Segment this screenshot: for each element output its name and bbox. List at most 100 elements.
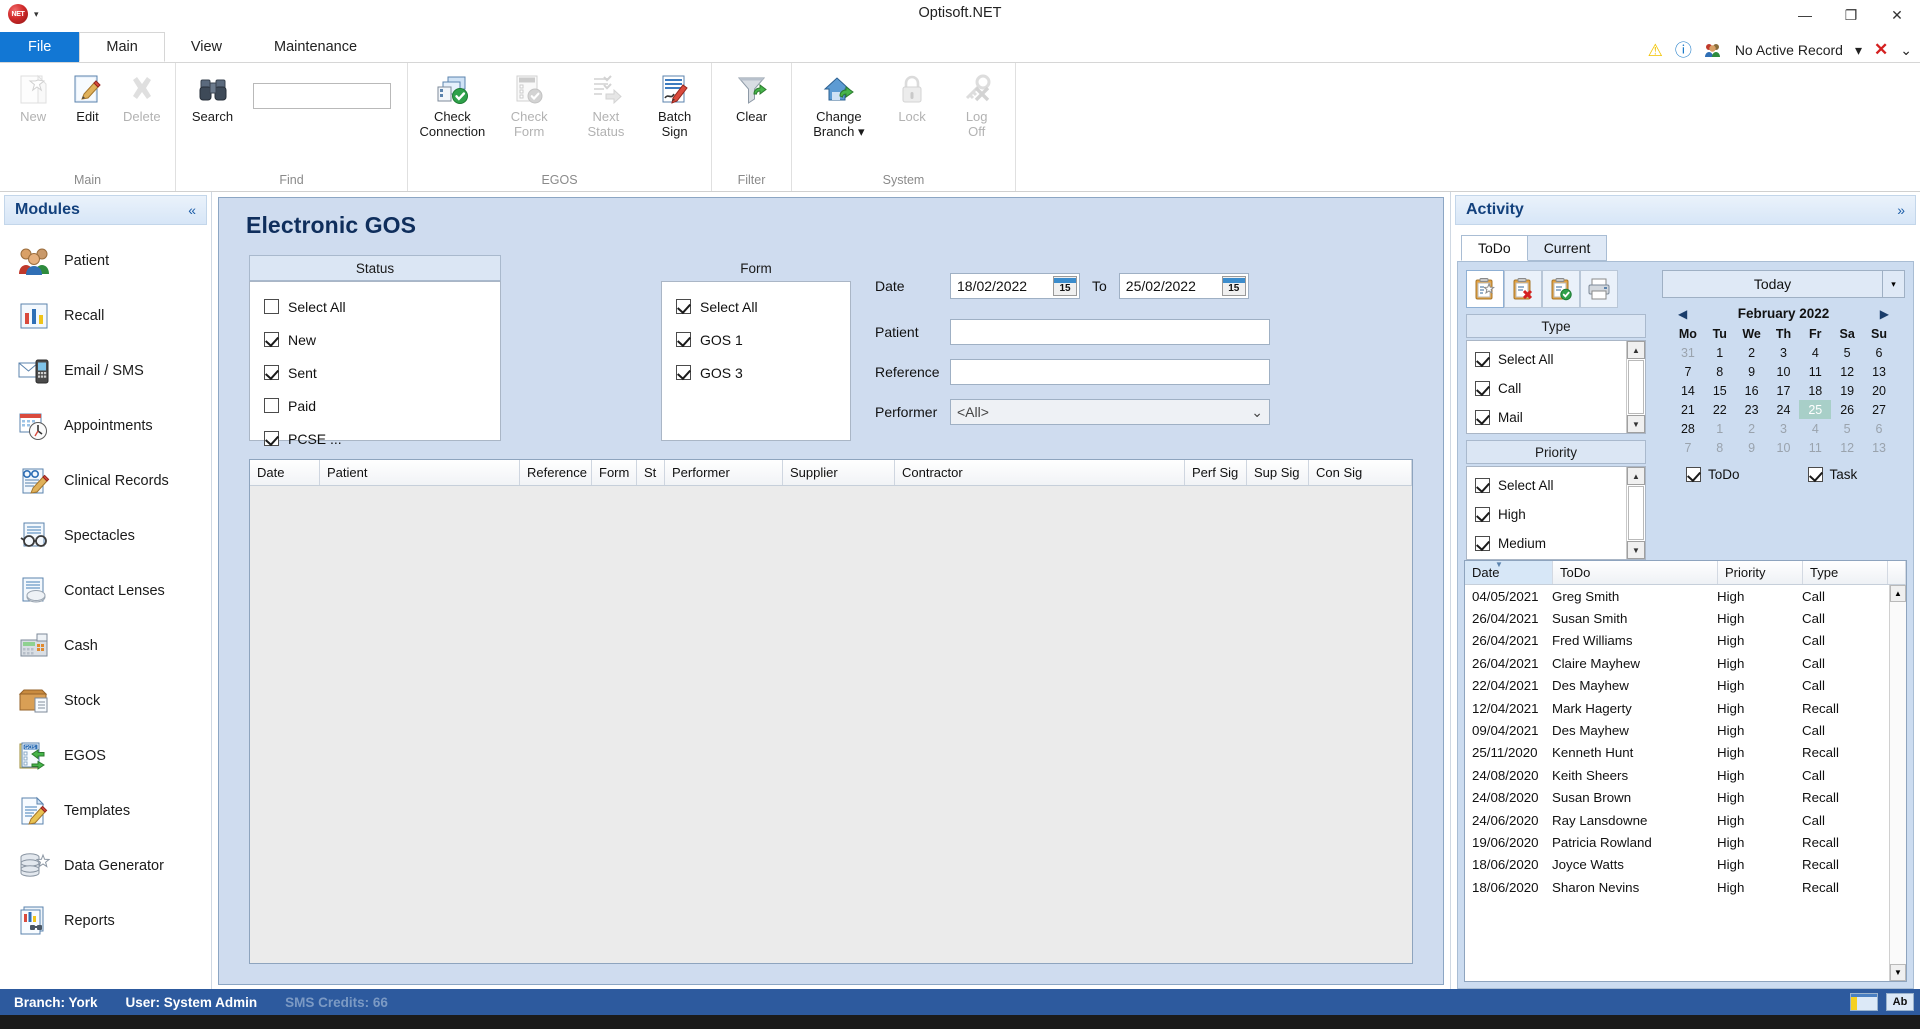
log-off-button[interactable]: Log Off [944,69,1009,149]
next-status-button[interactable]: Next Status [568,69,645,149]
activity-column-todo[interactable]: ToDo [1553,561,1718,584]
type-checkbox-call[interactable]: Call [1467,374,1626,403]
gos-column-reference[interactable]: Reference [520,460,592,485]
date-from-input[interactable]: 18/02/2022 15 [950,273,1080,299]
gos-column-patient[interactable]: Patient [320,460,520,485]
calendar-day[interactable]: 12 [1831,362,1863,381]
calendar-day[interactable]: 1 [1704,343,1736,362]
date-to-input[interactable]: 25/02/2022 15 [1118,273,1249,299]
checkbox[interactable] [1475,478,1490,493]
sidebar-item-recall[interactable]: Recall [0,288,211,343]
form-checkbox-gos3[interactable]: GOS 3 [662,356,850,389]
calendar-day[interactable]: 18 [1799,381,1831,400]
close-record-icon[interactable]: ✕ [1874,40,1888,60]
change-branch-button[interactable]: Change Branch ▾ [798,69,880,149]
checkbox[interactable] [1686,467,1701,482]
scroll-up-icon[interactable]: ▲ [1627,467,1645,485]
calendar-day[interactable]: 15 [1704,381,1736,400]
warning-icon[interactable]: ⚠ [1648,42,1663,59]
priority-checkbox-high[interactable]: High [1467,500,1626,529]
scroll-down-icon[interactable]: ▼ [1890,964,1906,981]
calendar-day[interactable]: 4 [1799,343,1831,362]
activity-grid-scrollbar[interactable]: ▲ ▼ [1889,585,1906,981]
today-selector[interactable]: Today ▾ [1662,270,1905,298]
lock-button[interactable]: Lock [880,69,945,149]
calendar-day[interactable]: 8 [1704,362,1736,381]
sidebar-item-cash[interactable]: Cash [0,618,211,673]
calendar-day[interactable]: 1 [1704,419,1736,438]
activity-column-date[interactable]: Date ▼ [1465,560,1553,584]
sidebar-item-clinical-records[interactable]: Clinical Records [0,453,211,508]
activity-row[interactable]: 25/11/2020 Kenneth Hunt High Recall [1465,742,1889,764]
status-checkbox-select-all[interactable]: Select All [250,290,500,323]
gos-column-st[interactable]: St [637,460,665,485]
priority-checkbox-select-all[interactable]: Select All [1467,471,1626,500]
status-checkbox-pcse[interactable]: PCSE ... [250,422,500,455]
restore-button[interactable]: ❐ [1828,0,1874,30]
sidebar-item-patient[interactable]: Patient [0,233,211,288]
sidebar-item-egos[interactable]: GOS EGOS [0,728,211,783]
form-checkbox-gos1[interactable]: GOS 1 [662,323,850,356]
collapse-ribbon-icon[interactable]: ⌄ [1900,42,1912,59]
sidebar-item-data-generator[interactable]: Data Generator [0,838,211,893]
activity-row[interactable]: 18/06/2020 Sharon Nevins High Recall [1465,876,1889,898]
checkbox[interactable] [264,431,279,446]
calendar-day[interactable]: 9 [1736,438,1768,457]
clear-filter-button[interactable]: Clear [718,69,785,149]
calendar-day[interactable]: 2 [1736,419,1768,438]
reference-input[interactable] [950,359,1270,385]
close-button[interactable]: ✕ [1874,0,1920,30]
active-record-label[interactable]: No Active Record [1735,42,1843,58]
complete-todo-button[interactable] [1542,270,1580,308]
batch-sign-button[interactable]: Batch Sign [644,69,705,149]
gos-column-contractor[interactable]: Contractor [895,460,1185,485]
type-list-scrollbar[interactable]: ▲ ▼ [1626,341,1645,433]
priority-list-scrollbar[interactable]: ▲ ▼ [1626,467,1645,559]
checkbox[interactable] [264,332,279,347]
calendar-picker-icon[interactable]: 15 [1221,276,1246,296]
gos-column-perf-sig[interactable]: Perf Sig [1185,460,1247,485]
toggle-task[interactable]: Task [1807,467,1857,482]
minimize-button[interactable]: — [1782,0,1828,30]
gos-column-con-sig[interactable]: Con Sig [1309,460,1412,485]
gos-column-form[interactable]: Form [592,460,637,485]
scroll-down-icon[interactable]: ▼ [1627,415,1645,433]
gos-grid-body[interactable] [250,486,1412,963]
checkbox[interactable] [1475,536,1490,551]
prev-month-icon[interactable]: ◀ [1678,307,1687,321]
priority-checkbox-medium[interactable]: Medium [1467,529,1626,558]
patient-input[interactable] [950,319,1270,345]
calendar-day[interactable]: 26 [1831,400,1863,419]
window-indicator-icon[interactable] [1850,993,1878,1011]
help-icon[interactable]: ⓘ [1675,42,1692,59]
activity-row[interactable]: 24/08/2020 Keith Sheers High Call [1465,764,1889,786]
check-connection-button[interactable]: Check Connection [414,69,491,149]
collapse-sidebar-icon[interactable]: « [188,202,196,218]
chevron-down-icon[interactable]: ▾ [1855,42,1862,59]
calendar-day[interactable]: 11 [1799,362,1831,381]
calendar-day[interactable]: 3 [1768,343,1800,362]
edit-button[interactable]: Edit [60,69,114,149]
checkbox[interactable] [264,365,279,380]
calendar-day[interactable]: 10 [1768,362,1800,381]
sidebar-item-reports[interactable]: Reports [0,893,211,948]
activity-row[interactable]: 26/04/2021 Susan Smith High Call [1465,607,1889,629]
toggle-todo[interactable]: ToDo [1686,467,1740,482]
performer-select[interactable]: <All> ⌄ [950,399,1270,425]
print-button[interactable] [1580,270,1618,308]
calendar-day[interactable]: 2 [1736,343,1768,362]
calendar-day[interactable]: 13 [1863,438,1895,457]
checkbox[interactable] [1475,410,1490,425]
checkbox[interactable] [1475,352,1490,367]
scrollbar-thumb[interactable] [1628,486,1644,540]
checkbox[interactable] [1807,467,1823,482]
search-input[interactable] [253,83,391,109]
calendar-day[interactable]: 19 [1831,381,1863,400]
calendar-day[interactable]: 20 [1863,381,1895,400]
calendar-day[interactable]: 7 [1672,438,1704,457]
calendar-day[interactable]: 4 [1799,419,1831,438]
ab-indicator-icon[interactable]: Ab [1886,993,1914,1011]
checkbox[interactable] [1475,381,1490,396]
calendar-day[interactable]: 22 [1704,400,1736,419]
calendar-day[interactable]: 24 [1768,400,1800,419]
